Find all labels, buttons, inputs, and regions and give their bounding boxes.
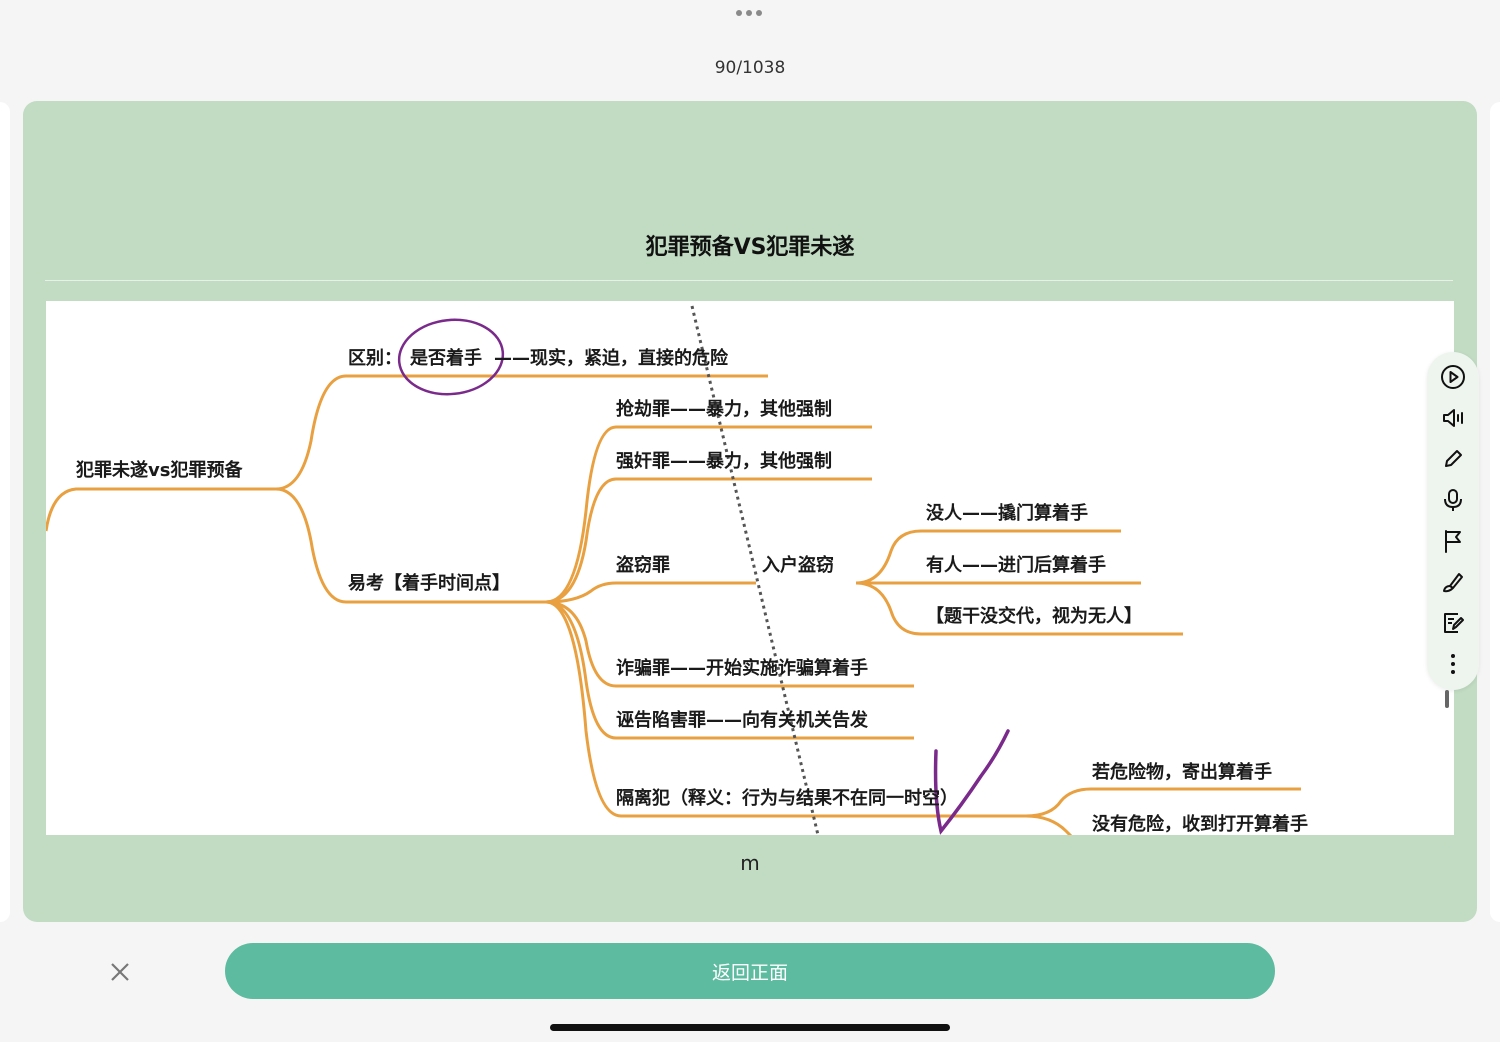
toolbar-scroll-indicator — [1445, 690, 1449, 708]
note-edit-icon[interactable] — [1438, 608, 1468, 638]
more-dots-icon[interactable] — [736, 10, 766, 20]
item-isolation: 隔离犯（释义：行为与结果不在同一时空） — [616, 788, 958, 809]
pencil-icon[interactable] — [1438, 444, 1468, 474]
item-robbery: 抢劫罪——暴力，其他强制 — [616, 399, 832, 420]
mindmap-connectors — [46, 305, 1301, 835]
play-icon[interactable] — [1438, 362, 1468, 392]
side-toolbar — [1427, 352, 1479, 690]
leaf-nobody: 没人——撬门算着手 — [926, 503, 1088, 524]
leaf-somebody: 有人——进门后算着手 — [926, 555, 1106, 576]
branch-difference-rest: ——现实，紧迫，直接的危险 — [494, 348, 728, 369]
mindmap-root: 犯罪未遂vs犯罪预备 — [76, 460, 243, 481]
close-icon[interactable] — [106, 958, 134, 986]
branch-exam-label: 易考【着手时间点】 — [348, 573, 510, 594]
microphone-icon[interactable] — [1438, 485, 1468, 515]
flag-icon[interactable] — [1438, 526, 1468, 556]
item-burglary: 入户盗窃 — [762, 555, 834, 576]
item-theft: 盗窃罪 — [616, 555, 670, 576]
speaker-icon[interactable] — [1438, 403, 1468, 433]
branch-difference-label: 区别： — [348, 348, 402, 369]
leaf-unspecified: 【题干没交代，视为无人】 — [926, 606, 1142, 627]
flashcard-back: 犯罪预备VS犯罪未遂 犯罪未遂vs犯罪预备 区别： 是否着手 ——现实，紧迫，直… — [23, 101, 1477, 922]
branch-difference-circled: 是否着手 — [410, 348, 482, 369]
next-card-edge — [1490, 102, 1500, 922]
title-divider — [45, 280, 1453, 281]
more-icon[interactable] — [1438, 649, 1468, 679]
prev-card-edge — [0, 102, 10, 922]
mindmap-image: 犯罪未遂vs犯罪预备 区别： 是否着手 ——现实，紧迫，直接的危险 易考【着手时… — [46, 301, 1454, 835]
leaf-not-dangerous: 没有危险，收到打开算着手 — [1092, 814, 1308, 835]
card-footer-text: m — [740, 851, 760, 875]
card-counter: 90/1038 — [714, 58, 786, 78]
item-false-accusation: 诬告陷害罪——向有关机关告发 — [616, 710, 868, 731]
item-rape: 强奸罪——暴力，其他强制 — [616, 451, 832, 472]
item-fraud: 诈骗罪——开始实施诈骗算着手 — [616, 658, 868, 679]
card-title: 犯罪预备VS犯罪未遂 — [645, 235, 855, 260]
brush-icon[interactable] — [1438, 567, 1468, 597]
home-indicator[interactable] — [550, 1024, 950, 1031]
leaf-dangerous-item: 若危险物，寄出算着手 — [1092, 762, 1272, 783]
return-front-button[interactable]: 返回正面 — [225, 943, 1275, 999]
